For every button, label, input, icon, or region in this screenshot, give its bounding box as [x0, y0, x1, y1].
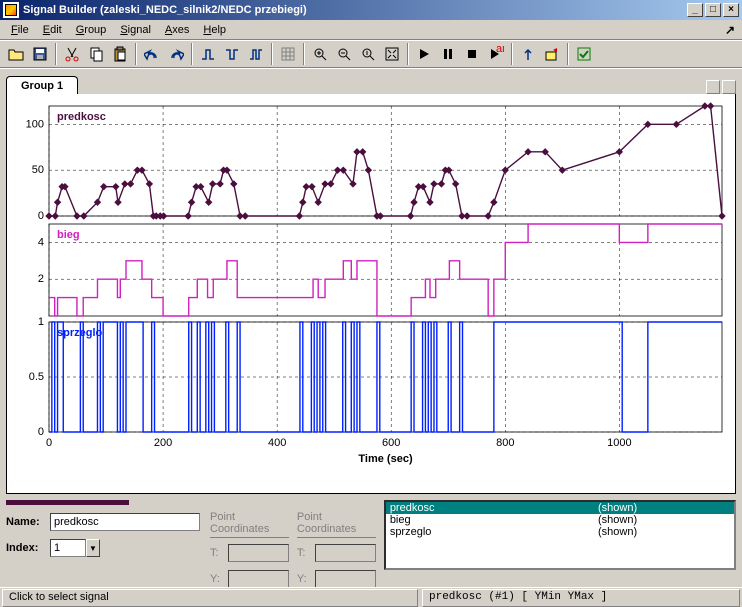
menu-edit[interactable]: Edit — [36, 22, 69, 38]
title-bar: Signal Builder (zaleski_NEDC_silnik2/NED… — [0, 0, 742, 20]
bottom-panel: Name: Index: ▼ Point Coordinates T: Y: — [6, 500, 736, 590]
index-combo[interactable]: ▼ — [50, 539, 100, 557]
context-help-icon[interactable] — [722, 22, 738, 38]
copy-icon[interactable] — [85, 43, 107, 65]
signal-row[interactable]: sprzeglo(shown) — [386, 526, 734, 538]
menu-signal[interactable]: Signal — [113, 22, 158, 38]
maximize-button[interactable]: □ — [705, 3, 721, 17]
toolbar: all — [0, 40, 742, 68]
play-all-icon[interactable]: all — [485, 43, 507, 65]
status-right: predkosc (#1) [ YMin YMax ] — [422, 589, 740, 607]
svg-text:Time (sec): Time (sec) — [358, 453, 413, 465]
index-label: Index: — [6, 542, 50, 554]
zoom-fit-icon[interactable] — [381, 43, 403, 65]
t-label-2: T: — [297, 547, 315, 559]
menu-axes[interactable]: Axes — [158, 22, 196, 38]
svg-text:100: 100 — [26, 118, 44, 130]
export-icon[interactable] — [541, 43, 563, 65]
minimize-button[interactable]: _ — [687, 3, 703, 17]
undo-icon[interactable] — [141, 43, 163, 65]
open-icon[interactable] — [5, 43, 27, 65]
y-input-2 — [315, 570, 376, 588]
svg-text:0.5: 0.5 — [29, 371, 44, 383]
window-title: Signal Builder (zaleski_NEDC_silnik2/NED… — [23, 4, 685, 16]
name-input[interactable] — [50, 513, 200, 531]
close-button[interactable]: × — [723, 3, 739, 17]
signal-swatch-bar — [6, 500, 376, 505]
paste-icon[interactable] — [109, 43, 131, 65]
menu-help[interactable]: Help — [196, 22, 233, 38]
step-up-icon[interactable] — [197, 43, 219, 65]
tab-strip: Group 1 — [0, 68, 742, 94]
index-input[interactable] — [50, 539, 86, 557]
save-icon[interactable] — [29, 43, 51, 65]
zoom-x-icon[interactable] — [333, 43, 355, 65]
zoom-in-icon[interactable] — [309, 43, 331, 65]
menu-group[interactable]: Group — [69, 22, 114, 38]
tab-scroll-left[interactable] — [706, 80, 720, 94]
name-label: Name: — [6, 516, 50, 528]
zoom-y-icon[interactable] — [357, 43, 379, 65]
t-input-2 — [315, 544, 376, 562]
grid-icon[interactable] — [277, 43, 299, 65]
signal-up-icon[interactable] — [517, 43, 539, 65]
signal-list-header[interactable]: predkosc (shown) — [386, 502, 734, 514]
play-icon[interactable] — [413, 43, 435, 65]
point-coords-hdr-2: Point Coordinates — [297, 511, 376, 538]
t-input-1 — [228, 544, 289, 562]
y-label-2: Y: — [297, 573, 315, 585]
menu-bar: File Edit Group Signal Axes Help — [0, 20, 742, 40]
menu-file[interactable]: File — [4, 22, 36, 38]
tab-group1[interactable]: Group 1 — [6, 76, 78, 95]
point-coords-hdr-1: Point Coordinates — [210, 511, 289, 538]
svg-text:1: 1 — [38, 316, 44, 328]
svg-text:0: 0 — [46, 437, 52, 449]
signal-row[interactable]: bieg(shown) — [386, 514, 734, 526]
verify-icon[interactable] — [573, 43, 595, 65]
signal-hdr-name: predkosc — [386, 502, 594, 514]
svg-text:sprzeglo: sprzeglo — [57, 327, 103, 339]
svg-text:200: 200 — [154, 437, 172, 449]
y-label-1: Y: — [210, 573, 228, 585]
y-input-1 — [228, 570, 289, 588]
svg-text:800: 800 — [496, 437, 514, 449]
app-icon — [3, 2, 19, 18]
tab-scroll-right[interactable] — [722, 80, 736, 94]
svg-text:4: 4 — [38, 236, 44, 248]
svg-text:400: 400 — [268, 437, 286, 449]
status-bar: Click to select signal predkosc (#1) [ Y… — [0, 587, 742, 607]
chevron-down-icon[interactable]: ▼ — [86, 539, 100, 557]
svg-text:bieg: bieg — [57, 229, 80, 241]
stop-icon[interactable] — [461, 43, 483, 65]
svg-text:0: 0 — [38, 210, 44, 222]
cut-icon[interactable] — [61, 43, 83, 65]
svg-text:predkosc: predkosc — [57, 111, 106, 123]
step-down-icon[interactable] — [221, 43, 243, 65]
signal-hdr-state: (shown) — [594, 502, 734, 514]
svg-text:0: 0 — [38, 426, 44, 438]
status-left: Click to select signal — [2, 589, 418, 607]
pause-icon[interactable] — [437, 43, 459, 65]
svg-text:2: 2 — [38, 273, 44, 285]
redo-icon[interactable] — [165, 43, 187, 65]
svg-text:50: 50 — [32, 164, 44, 176]
svg-text:1000: 1000 — [607, 437, 631, 449]
plot-area[interactable]: 0 50 100 predkosc 2 4 bieg 0 0.5 1 0 200 400 600 800 10… — [6, 94, 736, 494]
signal-list[interactable]: predkosc (shown) bieg(shown)sprzeglo(sho… — [384, 500, 736, 570]
pulse-icon[interactable] — [245, 43, 267, 65]
svg-text:600: 600 — [382, 437, 400, 449]
t-label-1: T: — [210, 547, 228, 559]
svg-text:all: all — [496, 46, 504, 55]
